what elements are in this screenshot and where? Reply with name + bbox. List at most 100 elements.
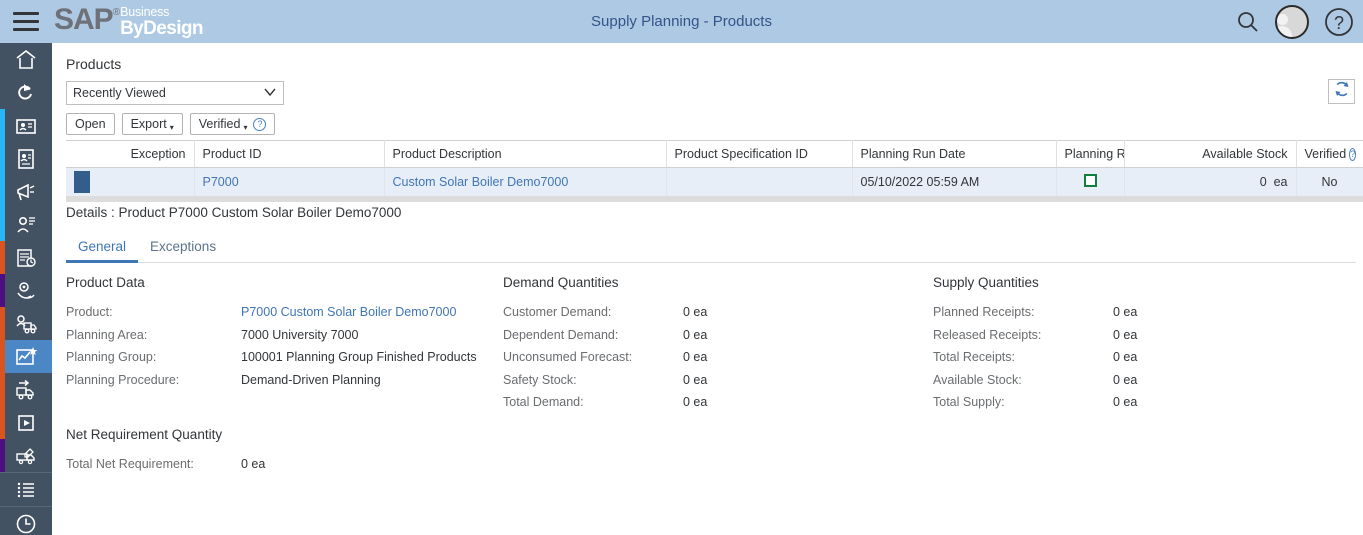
cell-verified[interactable]: No [1296, 167, 1363, 196]
field-value[interactable]: P7000 Custom Solar Boiler Demo7000 [241, 305, 456, 319]
cell-product-description[interactable]: Custom Solar Boiler Demo7000 [384, 167, 667, 196]
column-header-label: Exception [130, 147, 186, 161]
refresh-button[interactable] [1328, 79, 1355, 104]
open-button[interactable]: Open [66, 113, 115, 135]
clock-icon [14, 512, 38, 535]
hamburger-menu-icon[interactable] [0, 0, 52, 43]
top-header-bar: SAP ® Business ByDesign Supply Planning … [0, 0, 1363, 43]
sidebar-item-outbound-logistics[interactable] [0, 373, 52, 406]
sidebar-item-recent[interactable] [0, 76, 52, 109]
field-value: 7000 University 7000 [241, 327, 359, 342]
home-icon [14, 48, 38, 72]
field-value: 0 ea [241, 457, 266, 472]
cell-planning-run-status[interactable] [1056, 167, 1125, 196]
sidebar-item-business-partners[interactable] [0, 109, 52, 142]
table-scrollbar-track[interactable] [66, 196, 1363, 202]
help-icon[interactable]: ? [253, 117, 267, 131]
field-row: Planning Procedure: Demand-Driven Plannin… [66, 369, 496, 392]
view-selector-dropdown[interactable]: Recently Viewed [66, 81, 284, 105]
search-icon[interactable] [1235, 9, 1261, 35]
cell-available-stock[interactable]: 0 ea [1124, 167, 1297, 196]
chart-star-icon [14, 345, 38, 369]
dropdown-caret-icon: ▾ [243, 123, 248, 132]
column-header[interactable]: Product ID [194, 140, 385, 168]
sidebar-item-customers[interactable] [0, 208, 52, 241]
available-stock-uom: ea [1273, 175, 1288, 189]
user-avatar-icon[interactable] [1275, 4, 1309, 39]
sidebar-item-people[interactable] [0, 142, 52, 175]
left-sidebar-navigation [0, 43, 52, 535]
field-row: Planning Group: 100001 Planning Group Fin… [66, 346, 496, 369]
export-button[interactable]: Export ▾ [121, 113, 183, 135]
tab-general[interactable]: General [66, 233, 139, 263]
truck-edit-icon [14, 444, 38, 468]
field-label: Planning Area: [66, 327, 148, 342]
field-row: Safety Stock: 0 ea [503, 369, 933, 392]
field-value: 0 ea [1113, 327, 1138, 342]
products-table: Exception Product ID Product Description Pr… [66, 140, 1363, 196]
sidebar-item-planning-board[interactable] [0, 241, 52, 274]
column-header[interactable]: Product Specification ID [666, 140, 853, 168]
net-requirement-heading: Net Requirement Quantity [66, 427, 223, 442]
export-button-label: Export [130, 117, 167, 131]
tab-exceptions[interactable]: Exceptions [138, 233, 228, 262]
field-row: Product: P7000 Custom Solar Boiler Demo70… [66, 301, 496, 324]
sidebar-item-worklists[interactable] [0, 473, 52, 506]
field-label: Safety Stock: [503, 372, 577, 387]
gear-hand-icon [14, 279, 38, 303]
sidebar-item-execution[interactable] [0, 406, 52, 439]
field-label: Available Stock: [933, 372, 1022, 387]
table-row[interactable]: P7000 Custom Solar Boiler Demo7000 05/10/2… [66, 167, 1363, 196]
sidebar-accent-bar [0, 307, 5, 340]
help-icon[interactable]: ? [1323, 6, 1355, 38]
column-header[interactable]: Planning Run Date [852, 140, 1057, 168]
column-header-label: Product Specification ID [674, 147, 808, 161]
column-header[interactable]: Exception [66, 140, 195, 168]
field-row: Unconsumed Forecast: 0 ea [503, 346, 933, 369]
green-square-icon [1083, 174, 1097, 187]
help-icon[interactable]: ? [1349, 147, 1357, 161]
table-header-row: Exception Product ID Product Description Pr… [66, 140, 1363, 168]
product-data-section: Product Data Product: P7000 Custom Solar … [66, 275, 496, 391]
cell-product-specification-id[interactable] [666, 167, 853, 196]
column-header[interactable]: Product Description [384, 140, 667, 168]
field-label: Dependent Demand: [503, 327, 619, 342]
sidebar-item-production[interactable] [0, 274, 52, 307]
sidebar-item-home[interactable] [0, 43, 52, 76]
truck-arrow-icon [14, 378, 38, 402]
dropdown-caret-icon: ▾ [169, 123, 174, 132]
field-row: Total Supply: 0 ea [933, 391, 1353, 414]
sidebar-item-inbound[interactable] [0, 439, 52, 472]
sidebar-item-logistics[interactable] [0, 307, 52, 340]
tab-label: Exceptions [150, 239, 217, 254]
sidebar-item-marketing[interactable] [0, 175, 52, 208]
view-selector-value: Recently Viewed [73, 86, 166, 100]
field-label: Total Receipts: [933, 350, 1015, 365]
field-row: Planning Area: 7000 University 7000 [66, 324, 496, 347]
brand-registered-mark: ® [112, 6, 121, 18]
product-description-link[interactable]: Custom Solar Boiler Demo7000 [393, 175, 569, 189]
field-value: 0 ea [1113, 372, 1138, 387]
field-row: Available Stock: 0 ea [933, 369, 1353, 392]
column-header[interactable]: Available Stock [1124, 140, 1297, 168]
sidebar-accent-bar [0, 274, 5, 307]
verified-button[interactable]: Verified ▾? [189, 113, 276, 135]
net-requirement-section: Net Requirement Quantity Total Net Requi… [66, 427, 566, 476]
sidebar-item-history[interactable] [0, 507, 52, 535]
field-value: 0 ea [1113, 350, 1138, 365]
column-header-label: Verified [1304, 147, 1347, 161]
cell-planning-run-date[interactable]: 05/10/2022 05:59 AM [852, 167, 1057, 196]
field-label: Total Supply: [933, 395, 1005, 410]
sidebar-item-supply-planning[interactable] [0, 340, 52, 373]
cell-product-id[interactable]: P7000 [194, 167, 385, 196]
product-id-link[interactable]: P7000 [203, 175, 239, 189]
column-header[interactable]: Verified? [1296, 140, 1363, 168]
cell-exception[interactable] [66, 167, 195, 196]
column-header[interactable]: Planning R... [1056, 140, 1125, 168]
field-value: 0 ea [683, 327, 708, 342]
open-button-label: Open [75, 117, 106, 131]
sidebar-accent-bar [0, 175, 5, 208]
field-row: Customer Demand: 0 ea [503, 301, 933, 324]
details-heading: Details : Product P7000 Custom Solar Boi… [66, 205, 402, 220]
play-box-icon [14, 411, 38, 435]
